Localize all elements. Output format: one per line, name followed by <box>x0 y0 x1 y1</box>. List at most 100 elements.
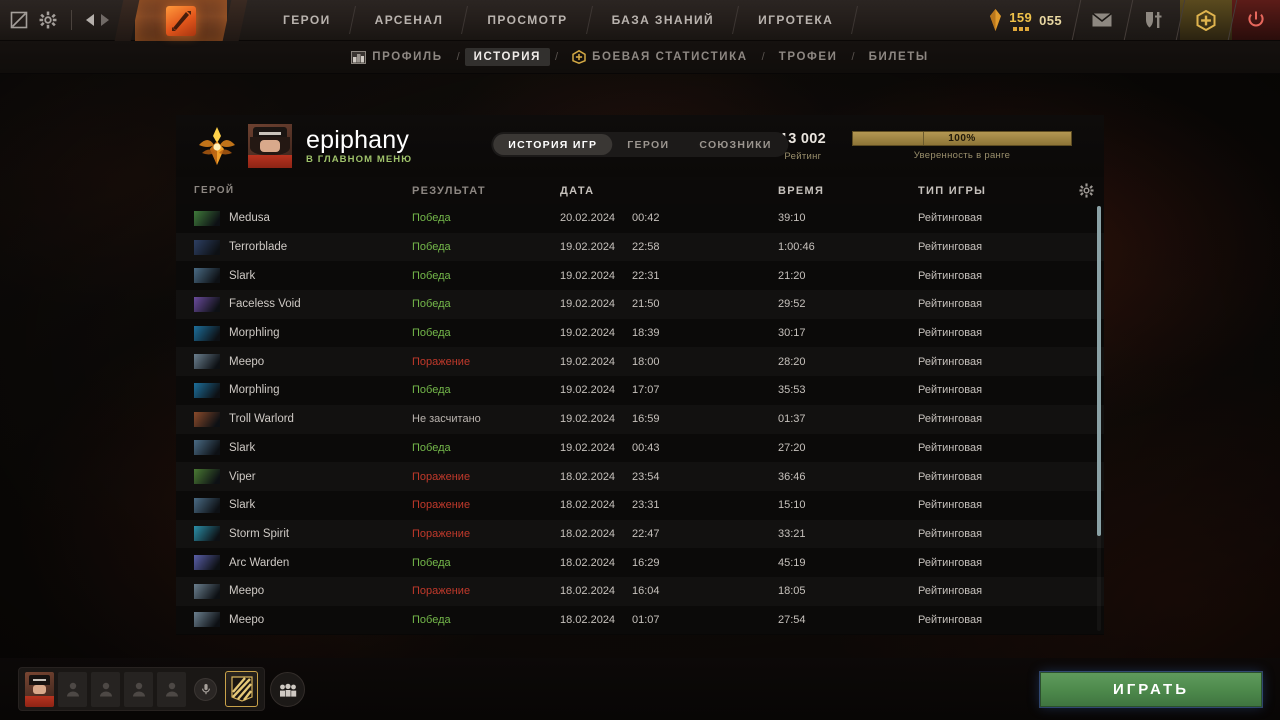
subnav-item-profile[interactable]: ПРОФИЛЬ <box>342 48 451 67</box>
match-date: 19.02.2024 <box>560 441 616 454</box>
subnav-item-stats[interactable]: БОЕВАЯ СТАТИСТИКА <box>563 47 757 67</box>
table-row[interactable]: Viper Поражение 18.02.2024 23:54 36:46 Рейтин… <box>176 462 1104 491</box>
tab-match-history[interactable]: ИСТОРИЯ ИГР <box>493 134 613 155</box>
match-type: Рейтинговая <box>918 298 983 311</box>
table-row[interactable]: Morphling Победа 19.02.2024 18:39 30:17 Рейти… <box>176 318 1104 348</box>
match-clock: 22:47 <box>632 527 660 540</box>
match-hero-cell: Meepo <box>194 354 412 370</box>
match-hero-name: Slark <box>229 269 256 282</box>
nav-forward-icon[interactable] <box>101 14 109 26</box>
match-hero-cell: Arc Warden <box>194 555 412 571</box>
table-row[interactable]: Slark Поражение 18.02.2024 23:31 15:10 Рейтин… <box>176 490 1104 520</box>
minimize-icon[interactable] <box>10 11 28 29</box>
topnav-divider <box>71 10 72 30</box>
table-row[interactable]: Medusa Победа 20.02.2024 00:42 39:10 Рейтинго… <box>176 204 1104 233</box>
table-row[interactable]: Troll Warlord Не засчитано 19.02.2024 16:59… <box>176 404 1104 434</box>
match-clock: 22:58 <box>632 241 660 254</box>
match-clock: 22:31 <box>632 269 660 282</box>
table-row[interactable]: Slark Победа 19.02.2024 22:31 21:20 Рейтингов… <box>176 261 1104 291</box>
hero-portrait-icon <box>194 354 220 370</box>
gear-icon[interactable] <box>1079 183 1094 198</box>
match-clock: 21:50 <box>632 298 660 311</box>
table-row[interactable]: Meepo Победа 18.02.2024 01:07 27:54 Рейтингов… <box>176 605 1104 635</box>
match-history-panel: epiphany В ГЛАВНОМ МЕНЮ ИСТОРИЯ ИГР ГЕРО… <box>176 115 1104 635</box>
table-scrollbar[interactable] <box>1097 206 1101 631</box>
match-date: 18.02.2024 <box>560 527 616 540</box>
dota2-logo-button[interactable] <box>135 0 227 41</box>
party-slot-empty[interactable] <box>157 671 186 707</box>
match-hero-cell: Slark <box>194 497 412 513</box>
table-row[interactable]: Slark Победа 19.02.2024 00:43 27:20 Рейтингов… <box>176 433 1104 463</box>
match-type: Рейтинговая <box>918 556 983 569</box>
match-duration: 27:20 <box>778 441 806 454</box>
column-header-result[interactable]: РЕЗУЛЬТАТ <box>412 185 560 197</box>
match-duration: 18:05 <box>778 585 806 598</box>
microphone-icon <box>201 684 210 695</box>
subnav-separator-3: / <box>761 51 765 63</box>
topnav-item-learn[interactable]: БАЗА ЗНАНИЙ <box>590 0 737 40</box>
topnav-item-armory[interactable]: АРСЕНАЛ <box>353 0 466 40</box>
table-row[interactable]: Morphling Победа 19.02.2024 17:07 35:53 Рейти… <box>176 376 1104 405</box>
table-row[interactable]: Faceless Void Победа 19.02.2024 21:50 29:52 Р… <box>176 290 1104 319</box>
user-avatar[interactable] <box>248 124 292 168</box>
column-header-type[interactable]: ТИП ИГРЫ <box>918 185 1104 197</box>
table-row[interactable]: Arc Warden Победа 18.02.2024 16:29 45:19 Рейт… <box>176 548 1104 577</box>
rank-emblem-button[interactable] <box>225 671 258 707</box>
column-header-duration[interactable]: ВРЕМЯ <box>778 185 918 197</box>
subnav-item-trophies[interactable]: ТРОФЕИ <box>770 48 847 66</box>
shard-counter[interactable]: 159 055 <box>979 0 1076 40</box>
hero-portrait-icon <box>194 555 220 571</box>
match-hero-name: Medusa <box>229 212 270 225</box>
party-slot-empty[interactable] <box>58 671 87 707</box>
match-result: Поражение <box>412 527 471 540</box>
tab-allies[interactable]: СОЮЗНИКИ <box>684 134 786 155</box>
mail-button[interactable] <box>1076 0 1128 40</box>
table-scrollbar-thumb[interactable] <box>1097 206 1101 536</box>
topnav-item-watch[interactable]: ПРОСМОТР <box>465 0 589 40</box>
match-type: Рейтинговая <box>918 527 983 540</box>
find-party-button[interactable] <box>270 672 305 707</box>
plus-hexagon-icon <box>572 50 586 64</box>
immortal-rank-medal-icon[interactable] <box>194 123 240 169</box>
match-clock: 00:43 <box>632 441 660 454</box>
match-duration: 28:20 <box>778 355 806 368</box>
topnav-item-arcade[interactable]: ИГРОТЕКА <box>736 0 855 40</box>
hero-portrait-icon <box>194 268 220 284</box>
bottom-bar: (Группа): Введите сообщение или символ "… <box>0 658 1280 720</box>
match-clock: 01:07 <box>632 613 660 626</box>
microphone-button[interactable] <box>194 677 217 701</box>
match-result: Победа <box>412 556 451 569</box>
party-slot-empty[interactable] <box>124 671 153 707</box>
column-header-hero[interactable]: ГЕРОЙ <box>194 185 412 196</box>
match-hero-name: Morphling <box>229 384 280 397</box>
party-slot-self[interactable] <box>25 671 54 707</box>
table-row[interactable]: Meepo Поражение 19.02.2024 18:00 28:20 Рейтин… <box>176 347 1104 377</box>
match-date: 19.02.2024 <box>560 298 616 311</box>
topnav-item-heroes[interactable]: ГЕРОИ <box>261 0 353 40</box>
play-button[interactable]: ИГРАТЬ <box>1040 672 1262 707</box>
battlepass-button[interactable] <box>1180 0 1232 40</box>
match-result: Не засчитано <box>412 413 481 426</box>
topnav-right-controls: 159 055 <box>979 0 1280 40</box>
history-tab-group: ИСТОРИЯ ИГР ГЕРОИ СОЮЗНИКИ <box>491 132 789 157</box>
settings-gear-icon[interactable] <box>39 11 57 29</box>
tab-heroes[interactable]: ГЕРОИ <box>612 134 684 155</box>
match-date: 19.02.2024 <box>560 355 616 368</box>
match-result: Победа <box>412 212 451 225</box>
subnav-item-tickets[interactable]: БИЛЕТЫ <box>860 48 938 66</box>
table-row[interactable]: Meepo Поражение 18.02.2024 16:04 18:05 Рейтин… <box>176 576 1104 606</box>
exit-button[interactable] <box>1232 0 1280 40</box>
nav-back-icon[interactable] <box>86 14 94 26</box>
armory-button[interactable] <box>1128 0 1180 40</box>
column-header-date[interactable]: ДАТА <box>560 185 632 197</box>
subnav-item-history[interactable]: ИСТОРИЯ <box>464 48 551 66</box>
match-clock: 18:39 <box>632 327 660 340</box>
hero-portrait-icon <box>194 440 220 456</box>
table-body[interactable]: Medusa Победа 20.02.2024 00:42 39:10 Рейтинго… <box>176 204 1104 635</box>
party-slot-empty[interactable] <box>91 671 120 707</box>
profile-header: epiphany В ГЛАВНОМ МЕНЮ ИСТОРИЯ ИГР ГЕРО… <box>176 115 1104 177</box>
match-type: Рейтинговая <box>918 241 983 254</box>
table-row[interactable]: Terrorblade Победа 19.02.2024 22:58 1:00:46 Р… <box>176 232 1104 262</box>
table-row[interactable]: Storm Spirit Поражение 18.02.2024 22:47 33:2… <box>176 519 1104 549</box>
subnav-item-tickets-label: БИЛЕТЫ <box>868 51 929 63</box>
